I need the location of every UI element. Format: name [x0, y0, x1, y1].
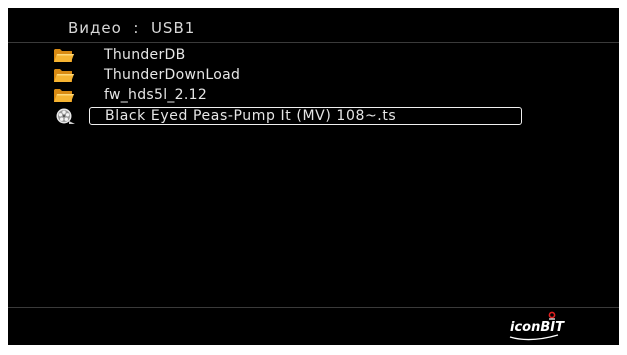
folder-icon — [54, 49, 74, 62]
brand-logo: iconBIT — [508, 310, 568, 344]
list-item-label: ThunderDownLoad — [104, 67, 241, 83]
media-browser-screen: Видео : USB1 ThunderDB ThunderDownLoad f… — [8, 8, 619, 345]
folder-icon — [54, 89, 74, 102]
footer-bar: iconBIT — [8, 307, 619, 345]
list-item-label: Black Eyed Peas-Pump It (MV) 108~.ts — [105, 108, 397, 124]
list-item-video-selected[interactable]: Black Eyed Peas-Pump It (MV) 108~.ts — [8, 107, 619, 127]
list-item-folder[interactable]: ThunderDownLoad — [8, 65, 619, 85]
list-item-label: ThunderDB — [104, 47, 186, 63]
list-item-label: fw_hds5l_2.12 — [104, 87, 208, 103]
list-item-folder[interactable]: ThunderDB — [8, 45, 619, 65]
list-item-folder[interactable]: fw_hds5l_2.12 — [8, 85, 619, 105]
film-reel-icon — [56, 108, 75, 124]
header-bar: Видео : USB1 — [8, 8, 619, 43]
folder-icon — [54, 69, 74, 82]
location-label: Видео : USB1 — [68, 19, 196, 37]
brand-logo-text: iconBIT — [510, 320, 564, 335]
